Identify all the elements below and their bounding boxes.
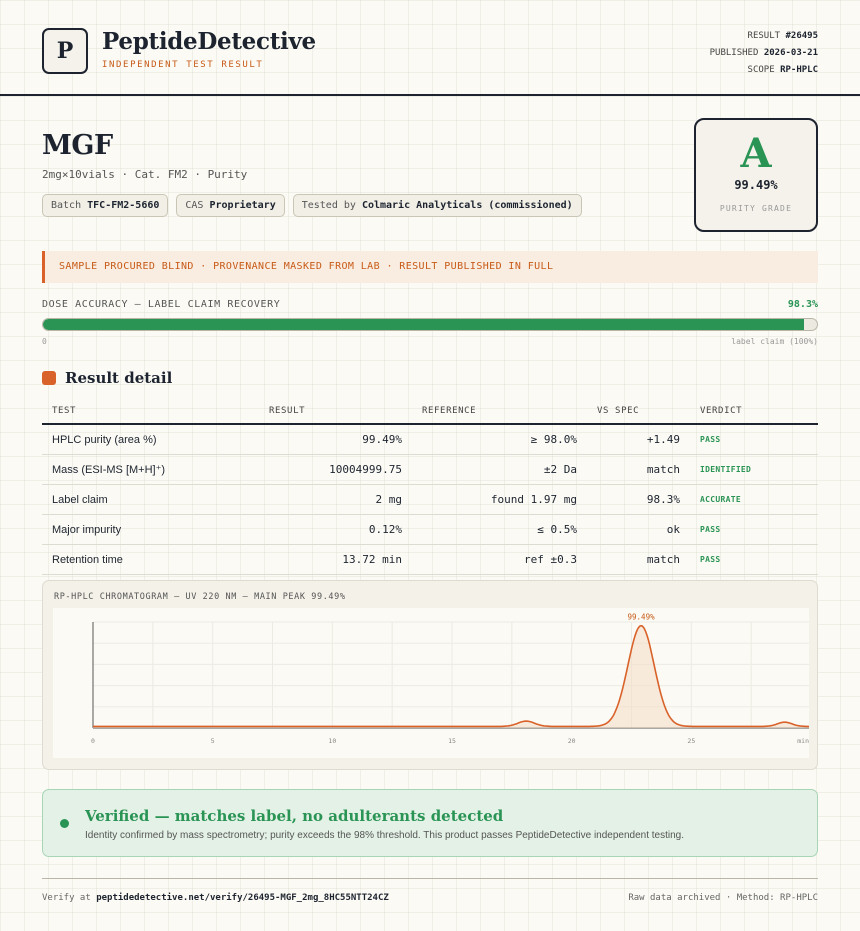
cell-reference: ref ±0.3 (412, 544, 587, 575)
cell-result: 99.49% (259, 424, 412, 455)
batch-chip: Batch TFC-FM2-5660 (42, 194, 169, 217)
verify-label: Verify at (42, 893, 91, 903)
cell-result: 10004999.75 (259, 454, 412, 485)
purity-grade-card: A 99.49% PURITY GRADE (694, 118, 818, 232)
verified-banner: Verified — matches label, no adulterants… (42, 789, 818, 857)
signal-line (93, 624, 811, 728)
table-row: Retention time 13.72 min ref ±0.3 match … (42, 544, 818, 575)
verify-link[interactable]: peptidedetective.net/verify/26495-MGF_2m… (96, 893, 389, 903)
x-tick-label: 15 (448, 737, 456, 745)
cell-verdict: PASS (690, 424, 818, 455)
result-id: #26495 (785, 31, 818, 41)
verified-text: Identity confirmed by mass spectrometry;… (85, 830, 685, 841)
dose-accuracy-value: 98.3% (787, 299, 818, 310)
section-marker-icon (42, 371, 56, 385)
x-tick-label: 10 (328, 737, 336, 745)
section-title: Result detail (65, 369, 173, 387)
verified-dot-icon (60, 819, 69, 828)
cas-chip-label: CAS (185, 200, 204, 211)
result-meta: RESULT #26495 PUBLISHED 2026-03-21 SCOPE… (710, 28, 818, 79)
chromatogram-plot: 0 5 10 15 20 25 min 99.49% (53, 608, 812, 758)
table-row: HPLC purity (area %) 99.49% ≥ 98.0% +1.4… (42, 424, 818, 455)
cell-verdict: ACCURATE (690, 484, 818, 515)
table-row: Mass (ESI-MS [M+H]⁺) 10004999.75 ±2 Da m… (42, 454, 818, 485)
dose-progress-bar (42, 318, 818, 331)
col-verdict: VERDICT (690, 398, 818, 425)
x-tick-label: 20 (568, 737, 576, 745)
col-reference: REFERENCE (412, 398, 587, 425)
cell-test: Retention time (42, 544, 259, 575)
product-name: MGF (42, 130, 113, 161)
col-result: RESULT (259, 398, 412, 425)
blind-sample-notice: SAMPLE PROCURED BLIND · PROVENANCE MASKE… (42, 251, 818, 283)
cell-vs-spec: match (587, 544, 690, 575)
product-chips: Batch TFC-FM2-5660 CAS Proprietary Teste… (42, 194, 582, 217)
cell-test: Mass (ESI-MS [M+H]⁺) (42, 454, 259, 485)
cell-vs-spec: +1.49 (587, 424, 690, 455)
x-unit-label: min (797, 737, 809, 745)
tested-by-chip-label: Tested by (301, 200, 356, 211)
chromatogram-title: RP-HPLC CHROMATOGRAM — UV 220 NM — MAIN … (54, 592, 346, 602)
cell-reference: ≤ 0.5% (412, 514, 587, 545)
x-tick-label: 0 (91, 737, 95, 745)
table-row: Label claim 2 mg found 1.97 mg 98.3% ACC… (42, 484, 818, 515)
grade-letter: A (740, 130, 772, 177)
verified-title: Verified — matches label, no adulterants… (85, 807, 504, 825)
cell-reference: found 1.97 mg (412, 484, 587, 515)
dose-bar-max-label: label claim (100%) (731, 337, 818, 346)
cell-verdict: PASS (690, 544, 818, 575)
chromatogram-card: RP-HPLC CHROMATOGRAM — UV 220 NM — MAIN … (42, 580, 818, 770)
brand-tagline: INDEPENDENT TEST RESULT (102, 60, 264, 70)
footer-archive-note: Raw data archived · Method: RP-HPLC (628, 893, 818, 903)
product-subtitle: 2mg×10vials · Cat. FM2 · Purity (42, 168, 248, 181)
col-test: TEST (42, 398, 259, 425)
cell-result: 13.72 min (259, 544, 412, 575)
cell-result: 0.12% (259, 514, 412, 545)
tested-by-chip: Tested by Colmaric Analyticals (commissi… (292, 194, 582, 217)
main-peak-label: 99.49% (628, 613, 656, 622)
dose-bar-min-label: 0 (42, 337, 47, 346)
grade-value: 99.49% (734, 178, 778, 192)
result-detail-heading: Result detail (42, 369, 172, 387)
cas-chip-value: Proprietary (209, 200, 276, 211)
result-label: RESULT (747, 31, 781, 41)
chromatogram-svg: 0 5 10 15 20 25 min 99.49% (91, 613, 812, 745)
grade-label: PURITY GRADE (719, 204, 793, 213)
cell-test: Major impurity (42, 514, 259, 545)
scope-value: RP-HPLC (780, 65, 818, 75)
signal-area (93, 625, 811, 728)
cell-reference: ≥ 98.0% (412, 424, 587, 455)
logo-mark: P (42, 28, 88, 74)
cell-test: Label claim (42, 484, 259, 515)
cell-vs-spec: 98.3% (587, 484, 690, 515)
dose-progress-fill (43, 319, 804, 330)
cell-vs-spec: ok (587, 514, 690, 545)
cell-test: HPLC purity (area %) (42, 424, 259, 455)
published-date: 2026-03-21 (763, 48, 818, 58)
cell-vs-spec: match (587, 454, 690, 485)
cell-result: 2 mg (259, 484, 412, 515)
dose-accuracy-label: DOSE ACCURACY — LABEL CLAIM RECOVERY (42, 299, 281, 310)
cell-verdict: PASS (690, 514, 818, 545)
batch-chip-value: TFC-FM2-5660 (87, 200, 160, 211)
brand-name: PeptideDetective (102, 28, 316, 55)
results-table: TEST RESULT REFERENCE VS SPEC VERDICT HP… (42, 398, 818, 575)
cas-chip: CAS Proprietary (176, 194, 285, 217)
x-tick-label: 5 (211, 737, 215, 745)
cell-verdict: IDENTIFIED (690, 454, 818, 485)
footer-divider (42, 878, 818, 879)
batch-chip-label: Batch (51, 200, 82, 211)
x-tick-label: 25 (687, 737, 695, 745)
published-label: PUBLISHED (709, 48, 759, 58)
table-row: Major impurity 0.12% ≤ 0.5% ok PASS (42, 514, 818, 545)
page-header: P PeptideDetective INDEPENDENT TEST RESU… (0, 0, 860, 96)
col-vs-spec: VS SPEC (587, 398, 690, 425)
tested-by-chip-value: Colmaric Analyticals (commissioned) (361, 200, 573, 211)
cell-reference: ±2 Da (412, 454, 587, 485)
table-header-row: TEST RESULT REFERENCE VS SPEC VERDICT (42, 398, 818, 425)
footer-verify: Verify at peptidedetective.net/verify/26… (42, 893, 389, 903)
scope-label: SCOPE (747, 65, 775, 75)
